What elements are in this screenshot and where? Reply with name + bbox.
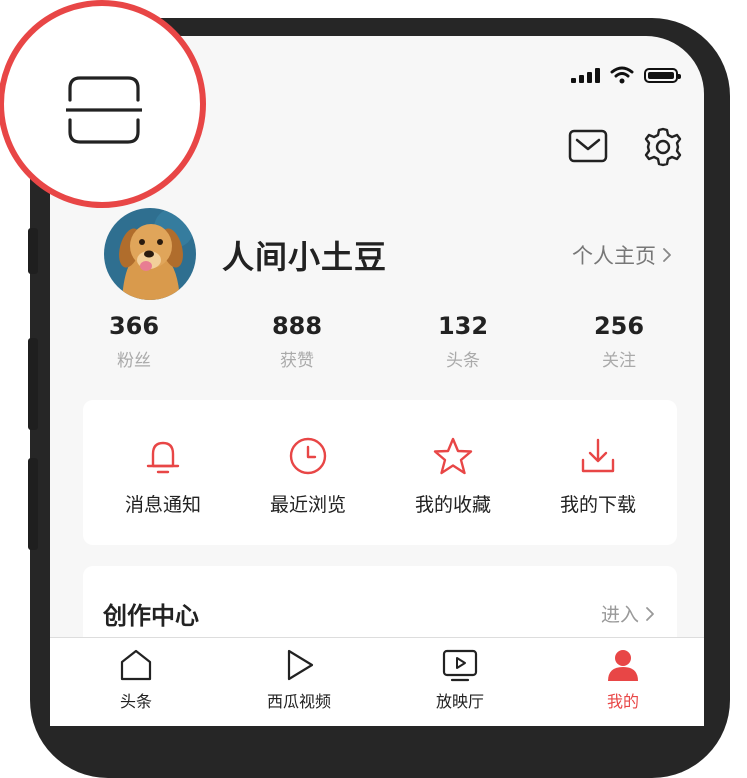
- quick-action-label: 最近浏览: [269, 494, 346, 516]
- tab-me[interactable]: 我的: [568, 648, 678, 712]
- star-icon: [433, 437, 473, 475]
- tab-label: 我的: [606, 692, 639, 711]
- quick-action-label: 消息通知: [124, 494, 201, 516]
- cellular-signal-icon: [571, 67, 600, 83]
- scan-icon[interactable]: [66, 74, 142, 146]
- wifi-icon: [610, 66, 634, 84]
- stat-label: 粉丝: [117, 351, 151, 371]
- tab-label: 放映厅: [435, 692, 484, 711]
- mail-icon[interactable]: [568, 126, 608, 166]
- play-icon: [287, 649, 314, 681]
- tab-label: 头条: [119, 692, 152, 711]
- dog-avatar-image: [104, 208, 196, 300]
- home-icon: [120, 649, 152, 681]
- stat-value: 256: [593, 312, 645, 340]
- avatar[interactable]: [104, 208, 196, 300]
- username: 人间小土豆: [222, 238, 388, 276]
- person-icon: [608, 650, 638, 681]
- stat-following[interactable]: 256 关注: [559, 312, 679, 371]
- tab-label: 西瓜视频: [266, 692, 331, 711]
- homepage-link[interactable]: 个人主页: [572, 240, 672, 270]
- stat-label: 头条: [446, 351, 480, 371]
- stat-label: 获赞: [280, 351, 314, 371]
- status-bar: [571, 66, 681, 84]
- tab-xigua-video[interactable]: 西瓜视频: [244, 648, 354, 712]
- quick-action-notifications[interactable]: 消息通知: [98, 436, 228, 517]
- phone-side-button: [28, 458, 38, 550]
- bottom-tab-bar: 头条 西瓜视频 放映厅 我的: [50, 637, 704, 726]
- chevron-right-icon: [663, 248, 671, 262]
- quick-action-recent[interactable]: 最近浏览: [243, 436, 373, 517]
- stat-value: 888: [271, 312, 323, 340]
- homepage-link-label: 个人主页: [572, 244, 656, 268]
- stat-posts[interactable]: 132 头条: [403, 312, 523, 371]
- stat-value: 132: [437, 312, 489, 340]
- download-icon: [581, 438, 615, 473]
- tv-icon: [442, 649, 478, 682]
- stat-followers[interactable]: 366 粉丝: [74, 312, 194, 371]
- quick-action-favorites[interactable]: 我的收藏: [388, 436, 518, 517]
- enter-label: 进入: [600, 604, 639, 626]
- stat-label: 关注: [602, 351, 636, 371]
- phone-side-button: [28, 228, 38, 274]
- creator-center-title: 创作中心: [103, 602, 199, 630]
- clock-icon: [289, 437, 327, 475]
- bell-icon: [146, 441, 180, 474]
- quick-actions-card: 消息通知 最近浏览 我的收藏 我的下载: [83, 400, 677, 545]
- tab-cinema[interactable]: 放映厅: [405, 648, 515, 712]
- phone-side-button: [28, 338, 38, 430]
- stat-value: 366: [108, 312, 160, 340]
- quick-action-label: 我的收藏: [414, 494, 491, 516]
- quick-action-label: 我的下载: [559, 494, 636, 516]
- scan-highlight-circle: [0, 0, 206, 208]
- battery-icon: [644, 67, 681, 83]
- chevron-right-icon: [646, 606, 654, 621]
- tab-headlines[interactable]: 头条: [81, 648, 191, 712]
- stat-likes[interactable]: 888 获赞: [237, 312, 357, 371]
- quick-action-downloads[interactable]: 我的下载: [533, 436, 663, 517]
- settings-gear-icon[interactable]: [642, 126, 684, 168]
- creator-center-enter-link[interactable]: 进入: [601, 600, 655, 627]
